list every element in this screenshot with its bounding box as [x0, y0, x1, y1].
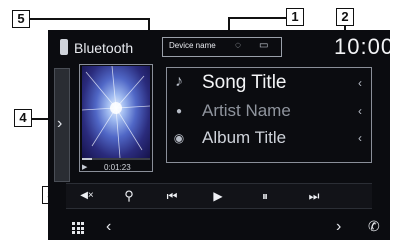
- connection-icon: ◌: [235, 40, 241, 51]
- album-artwork: [82, 66, 150, 158]
- top-bar: Bluetooth Device name ◌ ▭ 10:00: [48, 30, 390, 64]
- next-icon[interactable]: ⏭: [300, 186, 328, 206]
- source-title[interactable]: Bluetooth: [74, 40, 133, 56]
- song-row[interactable]: ♪ Song Title ‹: [172, 72, 378, 96]
- song-title: Song Title: [202, 72, 287, 93]
- mute-icon[interactable]: ◀×: [74, 186, 100, 206]
- playback-controls: ◀× ⚲ ⏮ ▶ ⏸ ⏭: [66, 183, 372, 209]
- chevron-left-icon[interactable]: ‹: [106, 218, 111, 236]
- callout-2: 2: [336, 8, 354, 26]
- device-name: Device name: [169, 41, 216, 50]
- search-icon[interactable]: ⚲: [118, 186, 140, 206]
- elapsed-time: 0:01:23: [104, 163, 131, 172]
- music-note-icon: ♪: [175, 73, 183, 90]
- chevron-left-icon[interactable]: ‹: [358, 104, 362, 118]
- artist-row[interactable]: ● Artist Name ‹: [172, 101, 378, 125]
- callout-1-line: [228, 17, 286, 19]
- phone-icon: [60, 39, 68, 55]
- clock: 10:00: [334, 34, 390, 59]
- progress-fill: [82, 158, 93, 160]
- callout-4: 4: [14, 109, 32, 127]
- pause-icon[interactable]: ⏸: [254, 186, 276, 206]
- callout-5: 5: [12, 10, 30, 28]
- album-icon: ◉: [173, 131, 185, 145]
- callout-5-line: [30, 18, 148, 20]
- phone-call-icon[interactable]: ✆: [368, 218, 380, 235]
- progress-bar[interactable]: [82, 158, 150, 160]
- play-icon[interactable]: ▶: [208, 186, 228, 206]
- previous-icon[interactable]: ⏮: [158, 186, 186, 206]
- person-icon: ●: [175, 106, 183, 117]
- chevron-left-icon[interactable]: ‹: [358, 76, 362, 90]
- chevron-left-icon[interactable]: ‹: [358, 131, 362, 145]
- bottom-bar: ‹ › ✆: [48, 214, 390, 240]
- album-row[interactable]: ◉ Album Title ‹: [172, 128, 378, 152]
- album-title: Album Title: [202, 128, 287, 147]
- device-name-area[interactable]: Device name ◌ ▭: [163, 38, 281, 56]
- battery-icon: ▭: [259, 40, 269, 51]
- head-unit-screen: Bluetooth Device name ◌ ▭ 10:00 › ▶ 0:01…: [48, 30, 390, 240]
- chevron-right-icon[interactable]: ›: [336, 218, 341, 236]
- play-status-icon: ▶: [82, 164, 88, 171]
- side-panel-handle[interactable]: ›: [54, 68, 70, 182]
- menu-grid-icon[interactable]: [72, 222, 84, 234]
- artist-name: Artist Name: [202, 101, 291, 120]
- chevron-right-icon: ›: [57, 115, 63, 132]
- callout-1: 1: [286, 8, 304, 26]
- artwork-burst-graphic: [82, 66, 150, 158]
